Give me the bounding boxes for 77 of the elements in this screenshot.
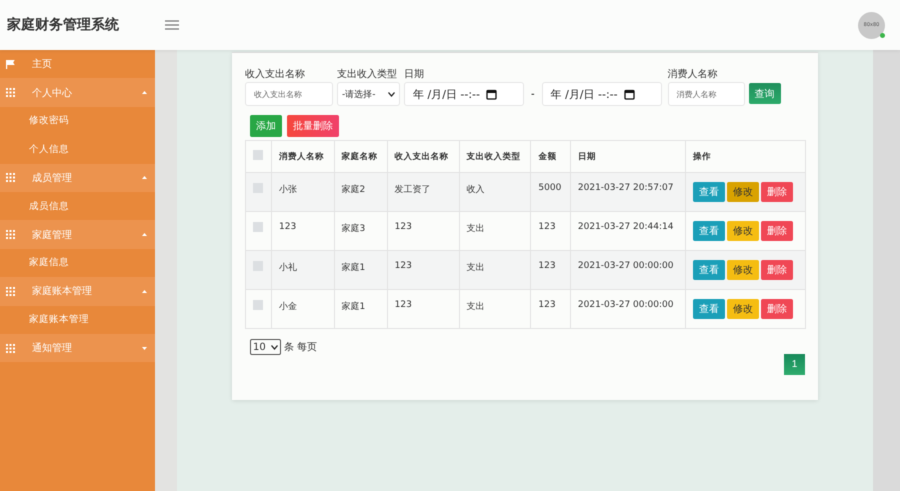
chevron-down-icon [271,344,278,350]
field-label: 消费人名称 [668,68,719,81]
flag-icon [6,60,15,69]
table-cell: 2021-03-27 00:00:00 [570,250,686,290]
sidebar-group[interactable]: 家庭管理 [0,220,155,249]
sidebar-group[interactable]: 个人中心 [0,78,155,107]
sidebar-subitem[interactable]: 个人信息 [0,135,155,164]
sidebar-subitem[interactable]: 家庭账本管理 [0,306,155,334]
sidebar-subitem[interactable]: 家庭信息 [0,248,155,278]
table-cell: 小张 [272,172,334,212]
grid-icon [6,88,15,98]
table-cell: 小礼 [272,250,334,290]
delete-button[interactable]: 删除 [761,182,794,202]
sidebar-group[interactable]: 通知管理 [0,334,155,362]
delete-button[interactable]: 删除 [761,260,794,280]
checkbox[interactable] [253,150,263,160]
input-field[interactable]: 消费人名称 [668,82,745,106]
batch-delete-button[interactable]: 批量删除 [287,115,339,137]
page-size-label: 条 每页 [284,341,318,354]
caret-up-icon [142,233,147,236]
edit-button[interactable]: 修改 [727,299,760,319]
page-size-dropdown[interactable]: 10 [250,339,281,355]
sidebar-subitem[interactable]: 修改密码 [0,106,155,136]
menu-icon[interactable] [165,20,179,30]
table-cell: 123 [387,290,460,328]
calendar-icon [624,88,635,100]
view-button[interactable]: 查看 [693,299,726,319]
table-cell: 发工资了 [387,172,460,212]
search-button[interactable]: 查询 [748,83,781,104]
sidebar-subitem[interactable]: 成员信息 [0,192,155,220]
caret-up-icon [142,290,147,293]
page-button[interactable]: 1 [784,354,805,375]
field-label: 支出收入类型 [337,68,398,81]
calendar-icon [486,88,497,100]
field-label: 收入支出名称 [245,68,306,81]
date-field[interactable]: 年 /月/日 --:-- [542,82,662,106]
table-cell: 123 [387,250,460,290]
sidebar-group[interactable]: 成员管理 [0,164,155,192]
type-dropdown[interactable]: -请选择- [337,82,400,106]
checkbox[interactable] [253,222,263,232]
delete-button[interactable]: 删除 [761,221,794,241]
sidebar-group[interactable]: 家庭账本管理 [0,277,155,306]
table-cell: 家庭1 [334,290,388,328]
table-cell: 收入 [459,172,531,212]
table-cell: 123 [530,290,570,328]
view-button[interactable]: 查看 [693,221,726,241]
table-cell: 小金 [272,290,334,328]
table-cell: 家庭2 [334,172,388,212]
edit-button[interactable]: 修改 [727,182,760,202]
edit-button[interactable]: 修改 [727,221,760,241]
chevron-down-icon [388,92,395,96]
table-cell: 5000 [530,172,570,212]
delete-button[interactable]: 删除 [761,299,794,319]
table-cell: 支出 [459,250,531,290]
checkbox[interactable] [253,300,263,310]
table-cell: 支出 [459,290,531,328]
table-cell: 123 [530,250,570,290]
grid-icon [6,230,15,240]
field-label: 日期 [404,68,425,81]
app-title: 家庭财务管理系统 [7,16,120,34]
grid-icon [6,344,15,353]
grid-icon [6,173,15,182]
range-separator: - [530,89,536,102]
grid-icon [6,286,15,296]
caret-up-icon [142,176,147,180]
input-field[interactable]: 收入支出名称 [245,82,333,106]
table-cell: 家庭1 [334,250,388,290]
caret-down-icon [142,346,147,350]
date-field[interactable]: 年 /月/日 --:-- [404,82,524,106]
view-button[interactable]: 查看 [693,260,726,280]
table-cell: 2021-03-27 00:00:00 [570,290,686,328]
edit-button[interactable]: 修改 [727,260,760,280]
add-button[interactable]: 添加 [250,115,282,137]
table-cell: 2021-03-27 20:57:07 [570,172,686,212]
view-button[interactable]: 查看 [693,182,726,202]
sidebar-item[interactable]: 主页 [0,50,155,78]
caret-up-icon [142,91,147,94]
